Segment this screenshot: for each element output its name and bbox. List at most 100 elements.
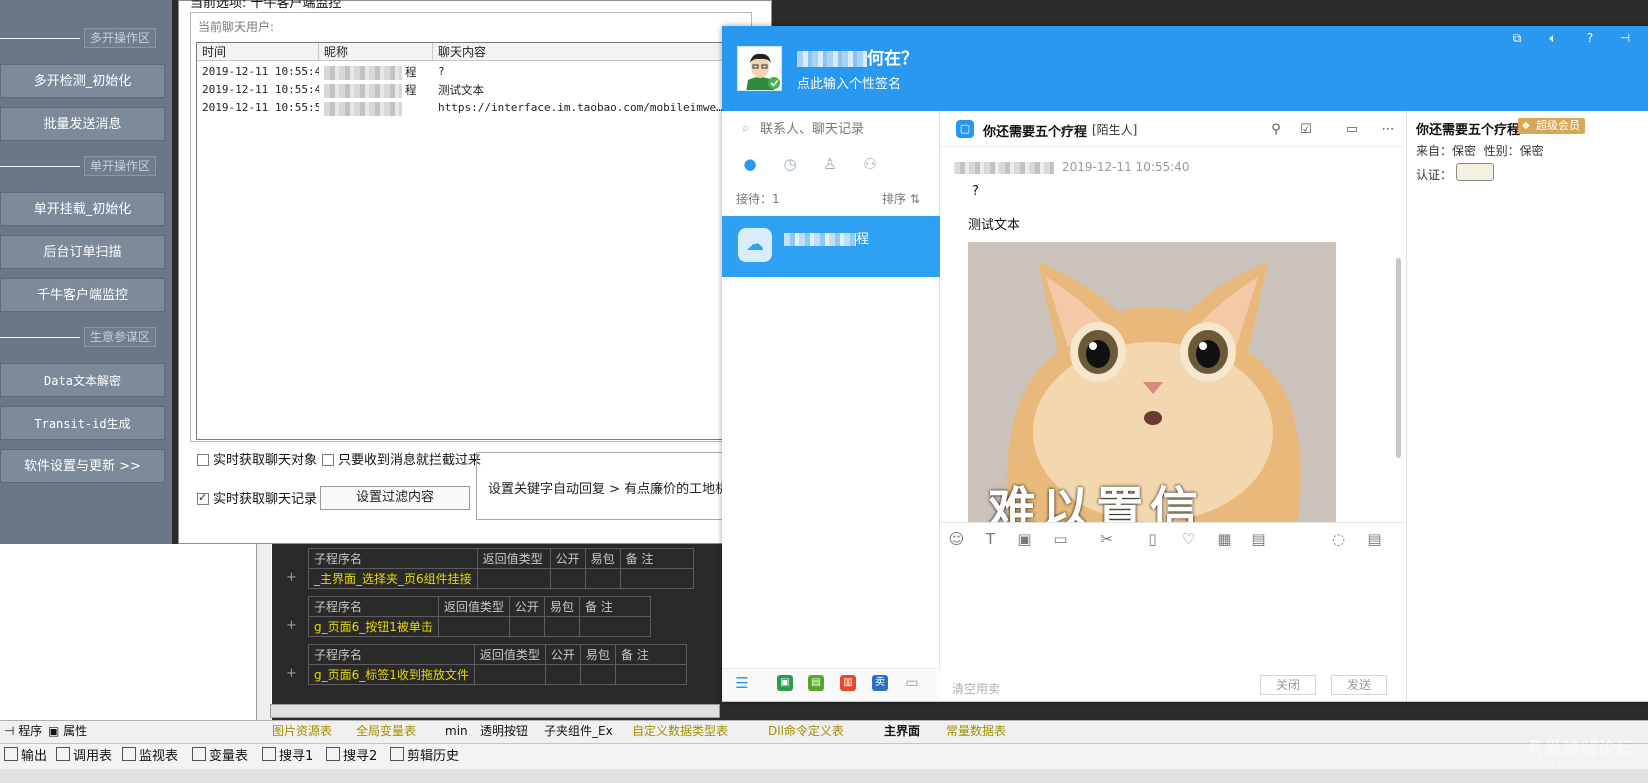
contact-name: 程 [784,228,869,247]
app-sell-icon[interactable]: 卖 [872,675,888,691]
app-shop-icon[interactable]: ▤ [808,675,824,691]
filter-content-button[interactable]: 设置过滤内容 [320,486,470,510]
sound-icon[interactable]: 🔈︎ [1546,31,1560,45]
tab-image-resources[interactable]: 图片资源表 [272,722,332,740]
tab-variables[interactable]: 变量表 [192,747,248,765]
tab-watch[interactable]: 监视表 [122,747,178,765]
quick-reply-icon[interactable]: ◌ [1330,531,1347,548]
app-store-icon[interactable]: ▥ [840,675,856,691]
realtime-record-checkbox[interactable] [197,491,209,505]
sort-button[interactable]: 排序 ⇅ [882,190,920,207]
tab-global-vars[interactable]: 全局变量表 [356,722,416,740]
single-mount-init-button[interactable]: 单开挂载_初始化 [0,192,165,226]
image-icon[interactable]: ▣ [1016,531,1033,548]
send-button[interactable]: 发送 [1331,675,1387,695]
data-decrypt-button[interactable]: Data文本解密 [0,363,165,397]
history-icon[interactable]: ▤ [1366,531,1383,548]
auto-reply-label[interactable]: 设置关键字自动回复 > 有点廉价的工地机器 [488,478,741,497]
calculator-icon[interactable]: ▦ [1216,531,1233,548]
message-scrollbar[interactable] [1396,258,1401,458]
tab-search1[interactable]: 搜寻1 [262,747,313,765]
tab-main-form[interactable]: 主界面 [884,722,920,740]
tab-program[interactable]: ⊣ 程序 [4,722,42,740]
qianniu-monitor-button[interactable]: 千牛客户端监控 [0,278,165,312]
tab-output[interactable]: 输出 [4,747,47,765]
app-green-icon[interactable]: ▣ [777,675,793,691]
ide-left-panel [0,544,272,720]
ide-left-scroll[interactable] [256,544,271,720]
close-button[interactable]: 关闭 [1260,675,1316,695]
tab-clip-history[interactable]: 剪辑历史 [390,747,459,765]
menu-icon[interactable]: ☰ [734,675,750,691]
app-more-icon[interactable]: ▭ [904,675,920,691]
code-block-2: 子程序名 返回值类型 公开 易包 备 注 g_页面6_按钮1被单击 [308,596,651,637]
add-contact-icon[interactable]: ⚲ [1268,122,1284,138]
heart-icon[interactable]: ♡ [1180,531,1197,548]
contacts-nav-icon[interactable]: ♙ [821,155,839,173]
help-icon[interactable]: ? [1583,31,1597,45]
batch-send-button[interactable]: 批量发送消息 [0,107,165,141]
section-multi-label: 多开操作区 [84,28,156,48]
message-meta: 2019-12-11 10:55:40 [954,160,1189,174]
pin-icon[interactable]: ⊣ [1618,31,1632,45]
expand-icon[interactable]: + [286,570,297,585]
hdr-note: 备 注 [578,596,651,617]
scissors-icon[interactable]: ✂ [1098,531,1115,548]
groups-nav-icon[interactable]: ⚇ [861,155,879,173]
ide-horizontal-scrollbar[interactable] [270,704,720,718]
task-icon[interactable]: ☑ [1298,122,1314,138]
block-on-receive-checkbox[interactable] [322,454,334,466]
transit-id-button[interactable]: Transit-id生成 [0,406,165,440]
row3-nick [319,99,433,117]
col-nick[interactable]: 昵称 [319,43,433,61]
quick-phrase-link[interactable]: 清空用卖 [952,680,1000,697]
tab-call-table[interactable]: 调用表 [56,747,112,765]
tab-dll-commands[interactable]: Dll命令定义表 [768,722,844,740]
profile-origin: 来自：保密 性别：保密 [1416,142,1544,159]
tab-properties[interactable]: ▣ 属性 [48,722,87,740]
conversation-icon: ▢ [956,120,974,138]
user-avatar[interactable] [737,46,782,91]
order-scan-button[interactable]: 后台订单扫描 [0,235,165,269]
tab-search2[interactable]: 搜寻2 [326,747,377,765]
col-time[interactable]: 时间 [197,43,319,61]
font-icon[interactable]: T [982,531,999,548]
recent-nav-icon[interactable]: ◷ [781,155,799,173]
tab-custom-types[interactable]: 自定义数据类型表 [632,722,728,740]
realtime-target-checkbox[interactable] [197,454,209,466]
sub-name-3[interactable]: g_页面6_标签1收到拖放文件 [308,664,475,685]
sub-name-2[interactable]: g_页面6_按钮1被单击 [308,616,439,637]
folder-icon[interactable]: ▭ [1052,531,1069,548]
search-input[interactable] [760,120,930,138]
tab-variables-label: 变量表 [209,749,249,764]
tab-transparent-button[interactable]: 透明按钮 [480,722,528,740]
tab-subframe-ex[interactable]: 子夹组件_Ex [544,722,613,740]
row1-time: 2019-12-11 10:55:40 [202,65,319,78]
chat-record-table[interactable]: 时间 昵称 聊天内容 2019-12-11 10:55:40 程 ? 2019-… [196,42,746,440]
row1-content: ? [438,65,445,78]
multi-detect-init-button[interactable]: 多开检测_初始化 [0,64,165,98]
message-cat-image[interactable]: 难以置信 [968,242,1336,522]
sub-name-1[interactable]: _主界面_选择夹_页6组件挂接 [308,568,478,589]
settings-update-button[interactable]: 软件设置与更新 >> [0,449,165,483]
chat-users-group-title: 当前聊天用户: [198,20,275,34]
more-icon[interactable]: ⋯ [1380,122,1396,138]
window-switch-icon[interactable]: ⧉ [1510,31,1524,45]
profile-from: 来自：保密 [1416,144,1477,158]
chat-nav-icon[interactable]: ● [741,155,759,173]
tab-clip-history-label: 剪辑历史 [407,749,460,764]
expand-icon[interactable]: + [286,618,297,633]
hdr-public: 公开 [549,548,586,569]
message-input[interactable] [942,558,1406,662]
expand-icon[interactable]: + [286,666,297,681]
emoji-icon[interactable]: ☺ [948,531,965,548]
row2-content: 测试文本 [438,83,484,97]
tab-constants[interactable]: 常量数据表 [946,722,1006,740]
tab-min[interactable]: min [445,722,468,740]
signature-input[interactable]: 点此输入个性签名 [797,73,901,92]
shake-icon[interactable]: ▯ [1144,531,1161,548]
coupon-icon[interactable]: ▤ [1250,531,1267,548]
col-content[interactable]: 聊天内容 [433,43,745,61]
video-icon[interactable]: ▭ [1344,122,1360,138]
hdr-epkg: 易包 [579,644,616,665]
